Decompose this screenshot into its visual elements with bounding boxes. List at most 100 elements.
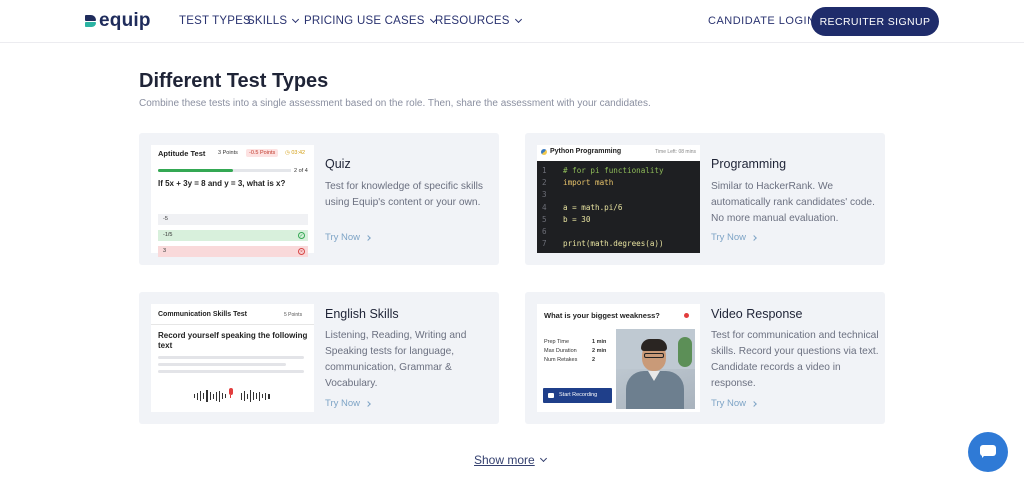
code-editor: 1 # for pi functionality 2 import math 3 4 a =…: [537, 161, 700, 253]
waveform-bar: [212, 393, 214, 399]
chevron-right-icon: [751, 234, 757, 241]
waveform-bar: [203, 393, 205, 399]
card-title: Video Response: [711, 307, 803, 321]
recruiter-signup-button[interactable]: RECRUITER SIGNUP: [811, 7, 939, 36]
waveform-bar: [225, 394, 227, 398]
chevron-down-icon: [514, 15, 522, 24]
quiz-test-name: Aptitude Test: [158, 149, 206, 158]
quiz-timer: ◷ 03:42: [285, 150, 306, 156]
code-preview: Python Programming Time Left: 08 mins 1 #…: [537, 145, 700, 253]
code-time-left: Time Left: 08 mins: [655, 149, 696, 155]
chevron-right-icon: [751, 400, 757, 407]
brand-logo[interactable]: equip: [85, 11, 151, 31]
quiz-progress-label: 2 of 4: [291, 168, 308, 174]
card-title: Programming: [711, 157, 787, 171]
candidate-video-photo: [616, 329, 695, 409]
show-more-link[interactable]: Show more: [474, 453, 547, 467]
line-number: 3: [542, 190, 547, 200]
video-setting-row: Num Retakes 2: [544, 357, 596, 363]
card-description: Listening, Reading, Writing and Speaking…: [325, 330, 467, 389]
chevron-down-icon: [539, 454, 547, 463]
code-test-name: Python Programming: [550, 148, 622, 155]
text-placeholder: [158, 370, 304, 373]
code-text: import math: [563, 178, 614, 188]
waveform-bar: [249, 390, 251, 402]
chevron-down-icon: [292, 15, 300, 24]
line-number: 5: [542, 214, 547, 224]
waveform-bar: [268, 393, 270, 399]
waveform-bar: [209, 392, 211, 400]
video-preview: What is your biggest weakness? Prep Time…: [537, 304, 700, 412]
waveform-bar: [265, 392, 267, 400]
quiz-option: -1/5 ✓: [158, 230, 308, 241]
line-number: 1: [542, 166, 547, 175]
video-setting-row: Prep Time 1 min: [544, 339, 607, 345]
waveform-bar: [200, 391, 202, 401]
try-now-link[interactable]: Try Now: [325, 232, 371, 243]
nav-item-use-cases[interactable]: USE CASES: [357, 15, 437, 27]
card-programming: Python Programming Time Left: 08 mins 1 #…: [525, 133, 885, 265]
code-text: b = 30: [563, 214, 591, 224]
close-icon: ×: [298, 248, 305, 255]
line-number: 2: [542, 178, 547, 188]
quiz-points: 3 Points: [218, 150, 238, 156]
waveform-bar: [252, 392, 255, 400]
candidate-login-link[interactable]: CANDIDATE LOGIN: [708, 15, 816, 27]
video-question: What is your biggest weakness?: [544, 311, 660, 320]
waveform-bar: [246, 393, 248, 399]
check-icon: ✓: [298, 232, 305, 239]
waveform-bar: [256, 393, 258, 399]
nav-item-test-types[interactable]: TEST TYPES: [179, 15, 251, 27]
waveform-bar: [215, 391, 217, 401]
line-number: 4: [542, 202, 547, 212]
quiz-option: 3 ×: [158, 246, 308, 257]
nav-item-pricing[interactable]: PRICING: [304, 15, 353, 27]
chat-button[interactable]: [968, 432, 1008, 472]
try-now-link[interactable]: Try Now: [711, 398, 757, 409]
nav-item-resources[interactable]: RESOURCES: [435, 15, 522, 27]
quiz-negative-points: -0.5 Points: [246, 149, 279, 157]
try-now-link[interactable]: Try Now: [711, 232, 757, 243]
section-title: Different Test Types: [139, 70, 329, 92]
waveform-bar: [262, 394, 264, 398]
section-subtitle: Combine these tests into a single assess…: [139, 98, 651, 109]
text-placeholder: [158, 356, 304, 359]
line-number: 7: [542, 239, 547, 249]
waveform-bar: [194, 394, 196, 398]
video-setting-row: Max Duration 2 min: [544, 348, 607, 354]
card-quiz: Aptitude Test 3 Points -0.5 Points ◷ 03:…: [139, 133, 499, 265]
chevron-right-icon: [365, 234, 371, 241]
card-video-response: What is your biggest weakness? Prep Time…: [525, 292, 885, 424]
text-placeholder: [158, 363, 286, 366]
microphone-icon: [227, 388, 234, 398]
card-description: Similar to HackerRank. We automatically …: [711, 181, 875, 224]
waveform-bar: [259, 391, 261, 401]
waveform-bar: [243, 391, 245, 401]
card-description: Test for knowledge of specific skills us…: [325, 181, 483, 208]
code-text: print(math.degrees(a)): [563, 239, 664, 249]
waveform-bar: [221, 393, 224, 399]
python-icon: [541, 149, 547, 155]
line-number: 6: [542, 227, 547, 236]
divider: [151, 324, 314, 325]
english-prompt: Record yourself speaking the following t…: [158, 331, 308, 350]
quiz-progress-bar: [158, 169, 308, 172]
code-text: # for pi functionality: [563, 166, 664, 175]
chevron-right-icon: [365, 400, 371, 407]
english-test-name: Communication Skills Test: [158, 311, 247, 318]
start-recording-button[interactable]: Start Recording: [543, 388, 612, 403]
waveform-bar: [206, 390, 208, 402]
card-description: Test for communication and technical ski…: [711, 330, 879, 389]
waveform-bar: [240, 392, 242, 400]
english-points: 5 Points: [284, 312, 303, 318]
record-dot-icon: [684, 313, 689, 318]
brand-name: equip: [99, 10, 151, 31]
english-preview: Communication Skills Test 5 Points Recor…: [151, 304, 314, 412]
waveform-bar: [218, 390, 220, 402]
try-now-link[interactable]: Try Now: [325, 398, 371, 409]
logo-icon: [85, 14, 97, 28]
quiz-progress-fill: [158, 169, 233, 172]
card-title: Quiz: [325, 157, 351, 171]
nav-item-skills[interactable]: SKILLS: [247, 15, 300, 27]
waveform-bar: [197, 392, 199, 400]
